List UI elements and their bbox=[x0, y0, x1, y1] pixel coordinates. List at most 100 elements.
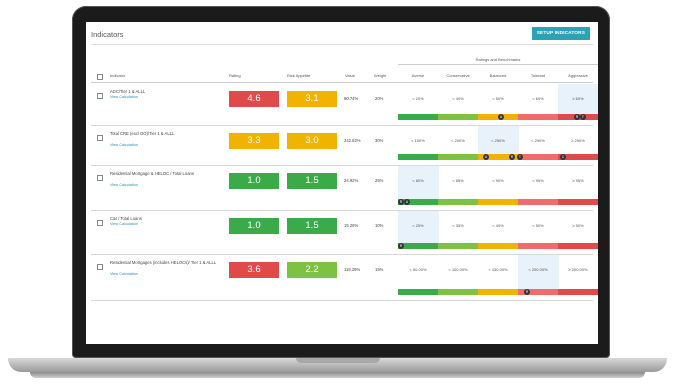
benchmark-cell: < 35% bbox=[452, 223, 464, 228]
benchmark-bar-segment bbox=[558, 289, 598, 295]
col-weight[interactable]: Weight bbox=[374, 73, 386, 78]
weight-cell: 20% bbox=[375, 96, 384, 101]
view-calculation-link[interactable]: View Calculation bbox=[110, 183, 138, 187]
benchmark-cell: < 100% bbox=[411, 138, 425, 143]
risk-appetite-badge: 3.1 bbox=[287, 91, 337, 107]
col-indicator[interactable]: Indicator bbox=[110, 73, 125, 78]
benchmarks-group-label: Ratings and Benchmarks bbox=[475, 57, 521, 62]
benchmark-cell: < 90% bbox=[492, 178, 504, 183]
position-marker: C bbox=[560, 154, 566, 160]
benchmark-bar-segment bbox=[558, 243, 598, 249]
col-conservative: Conservative bbox=[446, 73, 470, 78]
risk-appetite-badge: 1.5 bbox=[287, 173, 337, 189]
value-cell: 15.26% bbox=[344, 223, 359, 228]
benchmark-cell: < 40% bbox=[492, 223, 504, 228]
col-aggressive: Aggressive bbox=[568, 73, 588, 78]
laptop-notch bbox=[296, 358, 380, 363]
indicator-name: Residential Mortgage & HELOC / Total Loa… bbox=[110, 171, 194, 176]
row-divider bbox=[91, 300, 593, 301]
value-cell: 242.82% bbox=[344, 138, 361, 143]
benchmark-bar-segment bbox=[438, 243, 478, 249]
position-marker: A bbox=[404, 199, 410, 205]
indicator-name: Total CRE (excl OO)/Tier 1 & ALLL bbox=[110, 131, 175, 136]
benchmark-cell: ≥ 50% bbox=[572, 223, 584, 228]
row-divider bbox=[91, 210, 593, 211]
benchmark-bar-segment bbox=[518, 243, 558, 249]
benchmark-bar-segment bbox=[398, 154, 438, 160]
screen: Indicators SETUP INDICATORS Ratings and … bbox=[86, 22, 598, 344]
benchmark-bar-segment bbox=[398, 289, 438, 295]
col-tolerant: Tolerant bbox=[530, 73, 546, 78]
benchmark-bar-segment bbox=[478, 199, 518, 205]
position-marker: R bbox=[524, 289, 530, 295]
benchmark-cell: < 290% bbox=[531, 138, 545, 143]
benchmark-cell: < 250% bbox=[491, 138, 505, 143]
row-checkbox[interactable] bbox=[97, 264, 103, 270]
rating-badge: 4.6 bbox=[229, 91, 279, 107]
benchmark-bar-segment bbox=[478, 289, 518, 295]
benchmark-cell: < 40% bbox=[452, 96, 464, 101]
rating-badge: 3.6 bbox=[229, 262, 279, 278]
benchmark-cell: < 85% bbox=[452, 178, 464, 183]
position-marker: T bbox=[517, 154, 523, 160]
risk-appetite-badge: 2.2 bbox=[287, 262, 337, 278]
col-risk-appetite[interactable]: Risk Appetite bbox=[287, 73, 310, 78]
benchmark-cell: < 200.00% bbox=[528, 267, 548, 272]
benchmark-cell: < 50% bbox=[492, 96, 504, 101]
weight-cell: 10% bbox=[375, 223, 384, 228]
benchmark-cell: < 50% bbox=[532, 223, 544, 228]
benchmark-bar-segment bbox=[398, 243, 438, 249]
row-checkbox[interactable] bbox=[97, 175, 103, 181]
view-calculation-link[interactable]: View Calculation bbox=[110, 95, 138, 99]
value-cell: 24.92% bbox=[344, 178, 359, 183]
rating-badge: 1.0 bbox=[229, 173, 279, 189]
row-divider bbox=[91, 165, 593, 166]
row-checkbox[interactable] bbox=[97, 220, 103, 226]
benchmark-cell: ≥ 60% bbox=[572, 96, 584, 101]
col-balanced: Balanced bbox=[489, 73, 507, 78]
row-checkbox[interactable] bbox=[97, 93, 103, 99]
col-value[interactable]: Value bbox=[345, 73, 355, 78]
page-title: Indicators bbox=[91, 30, 124, 39]
value-cell: 119.29% bbox=[344, 267, 361, 272]
select-all-checkbox[interactable] bbox=[97, 74, 103, 80]
title-divider bbox=[91, 44, 593, 45]
position-marker: T bbox=[580, 114, 586, 120]
benchmark-bar-segment bbox=[518, 154, 558, 160]
benchmark-cell: < 60% bbox=[532, 96, 544, 101]
benchmark-cell: < 95% bbox=[532, 178, 544, 183]
benchmark-bar-segment bbox=[438, 154, 478, 160]
rating-badge: 3.3 bbox=[229, 133, 279, 149]
benchmark-cell: ≥ 200.00% bbox=[568, 267, 588, 272]
weight-cell: 15% bbox=[375, 267, 384, 272]
value-cell: 80.74% bbox=[344, 96, 359, 101]
row-checkbox[interactable] bbox=[97, 135, 103, 141]
risk-appetite-badge: 3.0 bbox=[287, 133, 337, 149]
laptop-base-bottom bbox=[30, 372, 645, 378]
benchmark-bar-segment bbox=[518, 199, 558, 205]
benchmark-cell: ≥ 290% bbox=[571, 138, 585, 143]
rating-badge: 1.0 bbox=[229, 218, 279, 234]
position-marker: R bbox=[509, 154, 515, 160]
benchmark-cell: < 20% bbox=[412, 96, 424, 101]
benchmark-cell: < 150.00% bbox=[488, 267, 508, 272]
benchmark-cell: < 50.00% bbox=[409, 267, 427, 272]
position-marker: A bbox=[483, 154, 489, 160]
benchmark-cell: < 200% bbox=[451, 138, 465, 143]
view-calculation-link[interactable]: View Calculation bbox=[110, 143, 138, 147]
indicator-name: Residential Mortgages (includes HELOCs)/… bbox=[110, 260, 217, 265]
benchmark-bar-segment bbox=[518, 114, 558, 120]
benchmark-cell: < 25% bbox=[412, 223, 424, 228]
benchmark-bar-segment bbox=[438, 199, 478, 205]
indicator-name: C&I / Total Loans bbox=[110, 216, 142, 221]
benchmark-highlight bbox=[518, 255, 559, 289]
setup-indicators-button[interactable]: SETUP INDICATORS bbox=[531, 27, 590, 40]
view-calculation-link[interactable]: View Calculation bbox=[110, 222, 138, 226]
weight-cell: 25% bbox=[375, 178, 384, 183]
benchmark-bar-segment bbox=[398, 114, 438, 120]
header-divider bbox=[91, 82, 593, 83]
indicator-name: ADC/Tier 1 & ALLL bbox=[110, 89, 146, 94]
benchmark-bar-segment bbox=[438, 114, 478, 120]
col-rating[interactable]: Rating bbox=[229, 73, 241, 78]
view-calculation-link[interactable]: View Calculation bbox=[110, 272, 138, 276]
